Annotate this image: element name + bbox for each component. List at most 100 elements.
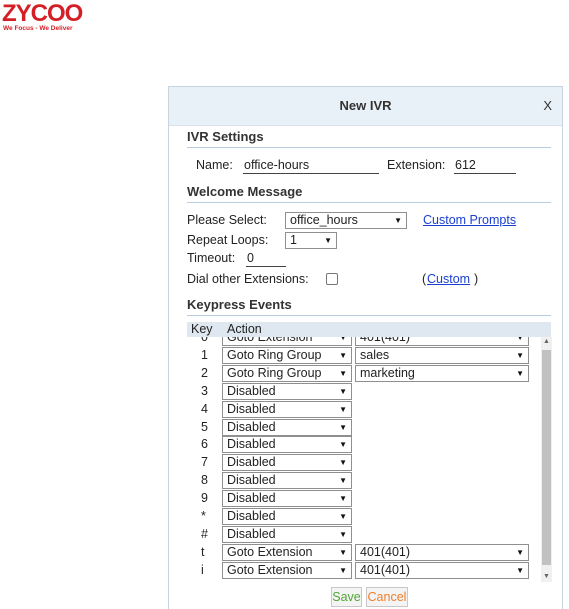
chevron-down-icon: ▼ xyxy=(339,565,347,575)
action-select-value: Disabled xyxy=(227,491,276,506)
keypress-row: * Disabled ▼ xyxy=(187,508,541,526)
action-select[interactable]: Goto Ring Group ▼ xyxy=(222,364,352,382)
keypress-key: # xyxy=(201,526,208,541)
keypress-row: 1 Goto Ring Group ▼ sales ▼ xyxy=(187,346,541,365)
dial-other-extensions-checkbox[interactable] xyxy=(326,273,338,285)
dial-other-extensions-label: Dial other Extensions: xyxy=(187,272,309,286)
keypress-key: 9 xyxy=(201,491,208,506)
repeat-loops-value: 1 xyxy=(290,233,297,247)
action-select[interactable]: Goto Extension ▼ xyxy=(222,561,352,579)
custom-prompts-link[interactable]: Custom Prompts xyxy=(423,213,516,227)
repeat-loops-select[interactable]: 1 ▼ xyxy=(285,232,337,249)
keypress-key: 8 xyxy=(201,473,208,488)
chevron-down-icon: ▼ xyxy=(339,512,347,521)
action-select[interactable]: Disabled ▼ xyxy=(222,472,352,490)
welcome-message-heading: Welcome Message xyxy=(187,184,303,199)
chevron-down-icon: ▼ xyxy=(339,458,347,468)
chevron-down-icon: ▼ xyxy=(324,236,332,245)
action-select[interactable]: Goto Extension ▼ xyxy=(222,543,352,561)
extension-label: Extension: xyxy=(387,158,446,172)
target-select-value: marketing xyxy=(360,365,415,380)
action-select[interactable]: Disabled ▼ xyxy=(222,454,352,472)
keypress-list[interactable]: 0 Goto Extension ▼ 401(401) ▼ 1 Goto Ring Grou… xyxy=(187,337,541,582)
repeat-loops-label: Repeat Loops: xyxy=(187,233,269,247)
new-ivr-dialog: New IVR X IVR Settings Name: office-hour… xyxy=(168,86,563,609)
action-select-value: Goto Ring Group xyxy=(227,347,322,362)
action-select-value: Disabled xyxy=(227,473,276,488)
section-divider xyxy=(187,202,551,203)
keypress-row: 3 Disabled ▼ xyxy=(187,382,541,401)
action-select-value: Disabled xyxy=(227,509,276,523)
keypress-key: 0 xyxy=(201,337,208,344)
target-select-value: 401(401) xyxy=(360,562,411,577)
extension-field[interactable]: 612 xyxy=(454,158,516,174)
close-icon[interactable]: X xyxy=(543,98,552,113)
chevron-down-icon: ▼ xyxy=(339,440,347,450)
keypress-events-heading: Keypress Events xyxy=(187,297,292,312)
keypress-row: 4 Disabled ▼ xyxy=(187,400,541,419)
keypress-row: 5 Disabled ▼ xyxy=(187,418,541,437)
custom-paren-open: ( xyxy=(422,272,427,286)
chevron-down-icon: ▼ xyxy=(516,337,524,342)
keypress-row: 0 Goto Extension ▼ 401(401) ▼ xyxy=(187,337,541,347)
keypress-key: 2 xyxy=(201,365,208,380)
target-select-value: 401(401) xyxy=(360,337,411,344)
chevron-down-icon: ▼ xyxy=(339,368,347,378)
action-select[interactable]: Disabled ▼ xyxy=(222,418,352,436)
action-select-value: Goto Extension xyxy=(227,337,313,344)
target-select[interactable]: marketing ▼ xyxy=(355,364,529,382)
chevron-down-icon: ▼ xyxy=(394,216,402,225)
action-select[interactable]: Disabled ▼ xyxy=(222,525,352,543)
action-select-value: Goto Ring Group xyxy=(227,365,322,380)
keypress-table-header: Key Action xyxy=(187,322,551,337)
action-column-header: Action xyxy=(227,322,262,336)
prompt-select-value: office_hours xyxy=(290,213,358,227)
target-select[interactable]: 401(401) ▼ xyxy=(355,543,529,561)
action-select[interactable]: Disabled ▼ xyxy=(222,508,352,525)
ivr-settings-heading: IVR Settings xyxy=(187,129,264,144)
action-select[interactable]: Disabled ▼ xyxy=(222,400,352,418)
chevron-down-icon: ▼ xyxy=(339,422,347,432)
target-select-value: 401(401) xyxy=(360,544,411,559)
keypress-row: 8 Disabled ▼ xyxy=(187,472,541,490)
timeout-field[interactable]: 0 xyxy=(246,251,286,267)
keypress-row: 6 Disabled ▼ xyxy=(187,436,541,454)
prompt-select[interactable]: office_hours ▼ xyxy=(285,212,407,229)
keypress-scrollbar[interactable]: ▲ ▼ xyxy=(541,337,552,582)
action-select[interactable]: Goto Ring Group ▼ xyxy=(222,346,352,364)
name-field[interactable]: office-hours xyxy=(243,158,379,174)
action-select-value: Disabled xyxy=(227,401,276,416)
chevron-down-icon: ▼ xyxy=(339,494,347,504)
keypress-key: 7 xyxy=(201,455,208,470)
keypress-key: 6 xyxy=(201,437,208,452)
section-divider xyxy=(187,315,551,316)
action-select[interactable]: Disabled ▼ xyxy=(222,436,352,454)
scroll-thumb[interactable] xyxy=(542,350,551,565)
chevron-down-icon: ▼ xyxy=(339,350,347,360)
action-select[interactable]: Disabled ▼ xyxy=(222,382,352,400)
custom-link[interactable]: Custom xyxy=(427,272,470,286)
action-select[interactable]: Goto Extension ▼ xyxy=(222,337,352,346)
scroll-up-icon[interactable]: ▲ xyxy=(541,337,552,347)
cancel-button[interactable]: Cancel xyxy=(366,587,408,607)
action-select-value: Goto Extension xyxy=(227,562,313,577)
action-select-value: Disabled xyxy=(227,526,276,541)
action-select[interactable]: Disabled ▼ xyxy=(222,490,352,508)
chevron-down-icon: ▼ xyxy=(516,565,524,575)
target-select[interactable]: 401(401) ▼ xyxy=(355,561,529,579)
target-select[interactable]: 401(401) ▼ xyxy=(355,337,529,346)
chevron-down-icon: ▼ xyxy=(516,350,524,360)
scroll-down-icon[interactable]: ▼ xyxy=(541,572,552,582)
logo-tagline: We Focus - We Deliver xyxy=(3,25,73,32)
keypress-row: 9 Disabled ▼ xyxy=(187,490,541,508)
name-label: Name: xyxy=(196,158,233,172)
keypress-key: * xyxy=(201,509,206,523)
chevron-down-icon: ▼ xyxy=(339,529,347,539)
chevron-down-icon: ▼ xyxy=(516,368,524,378)
logo-brand: ZYCOO xyxy=(2,0,83,27)
timeout-label: Timeout: xyxy=(187,251,236,265)
action-select-value: Disabled xyxy=(227,419,276,434)
target-select[interactable]: sales ▼ xyxy=(355,346,529,364)
save-button[interactable]: Save xyxy=(331,587,362,607)
action-select-value: Disabled xyxy=(227,437,276,452)
